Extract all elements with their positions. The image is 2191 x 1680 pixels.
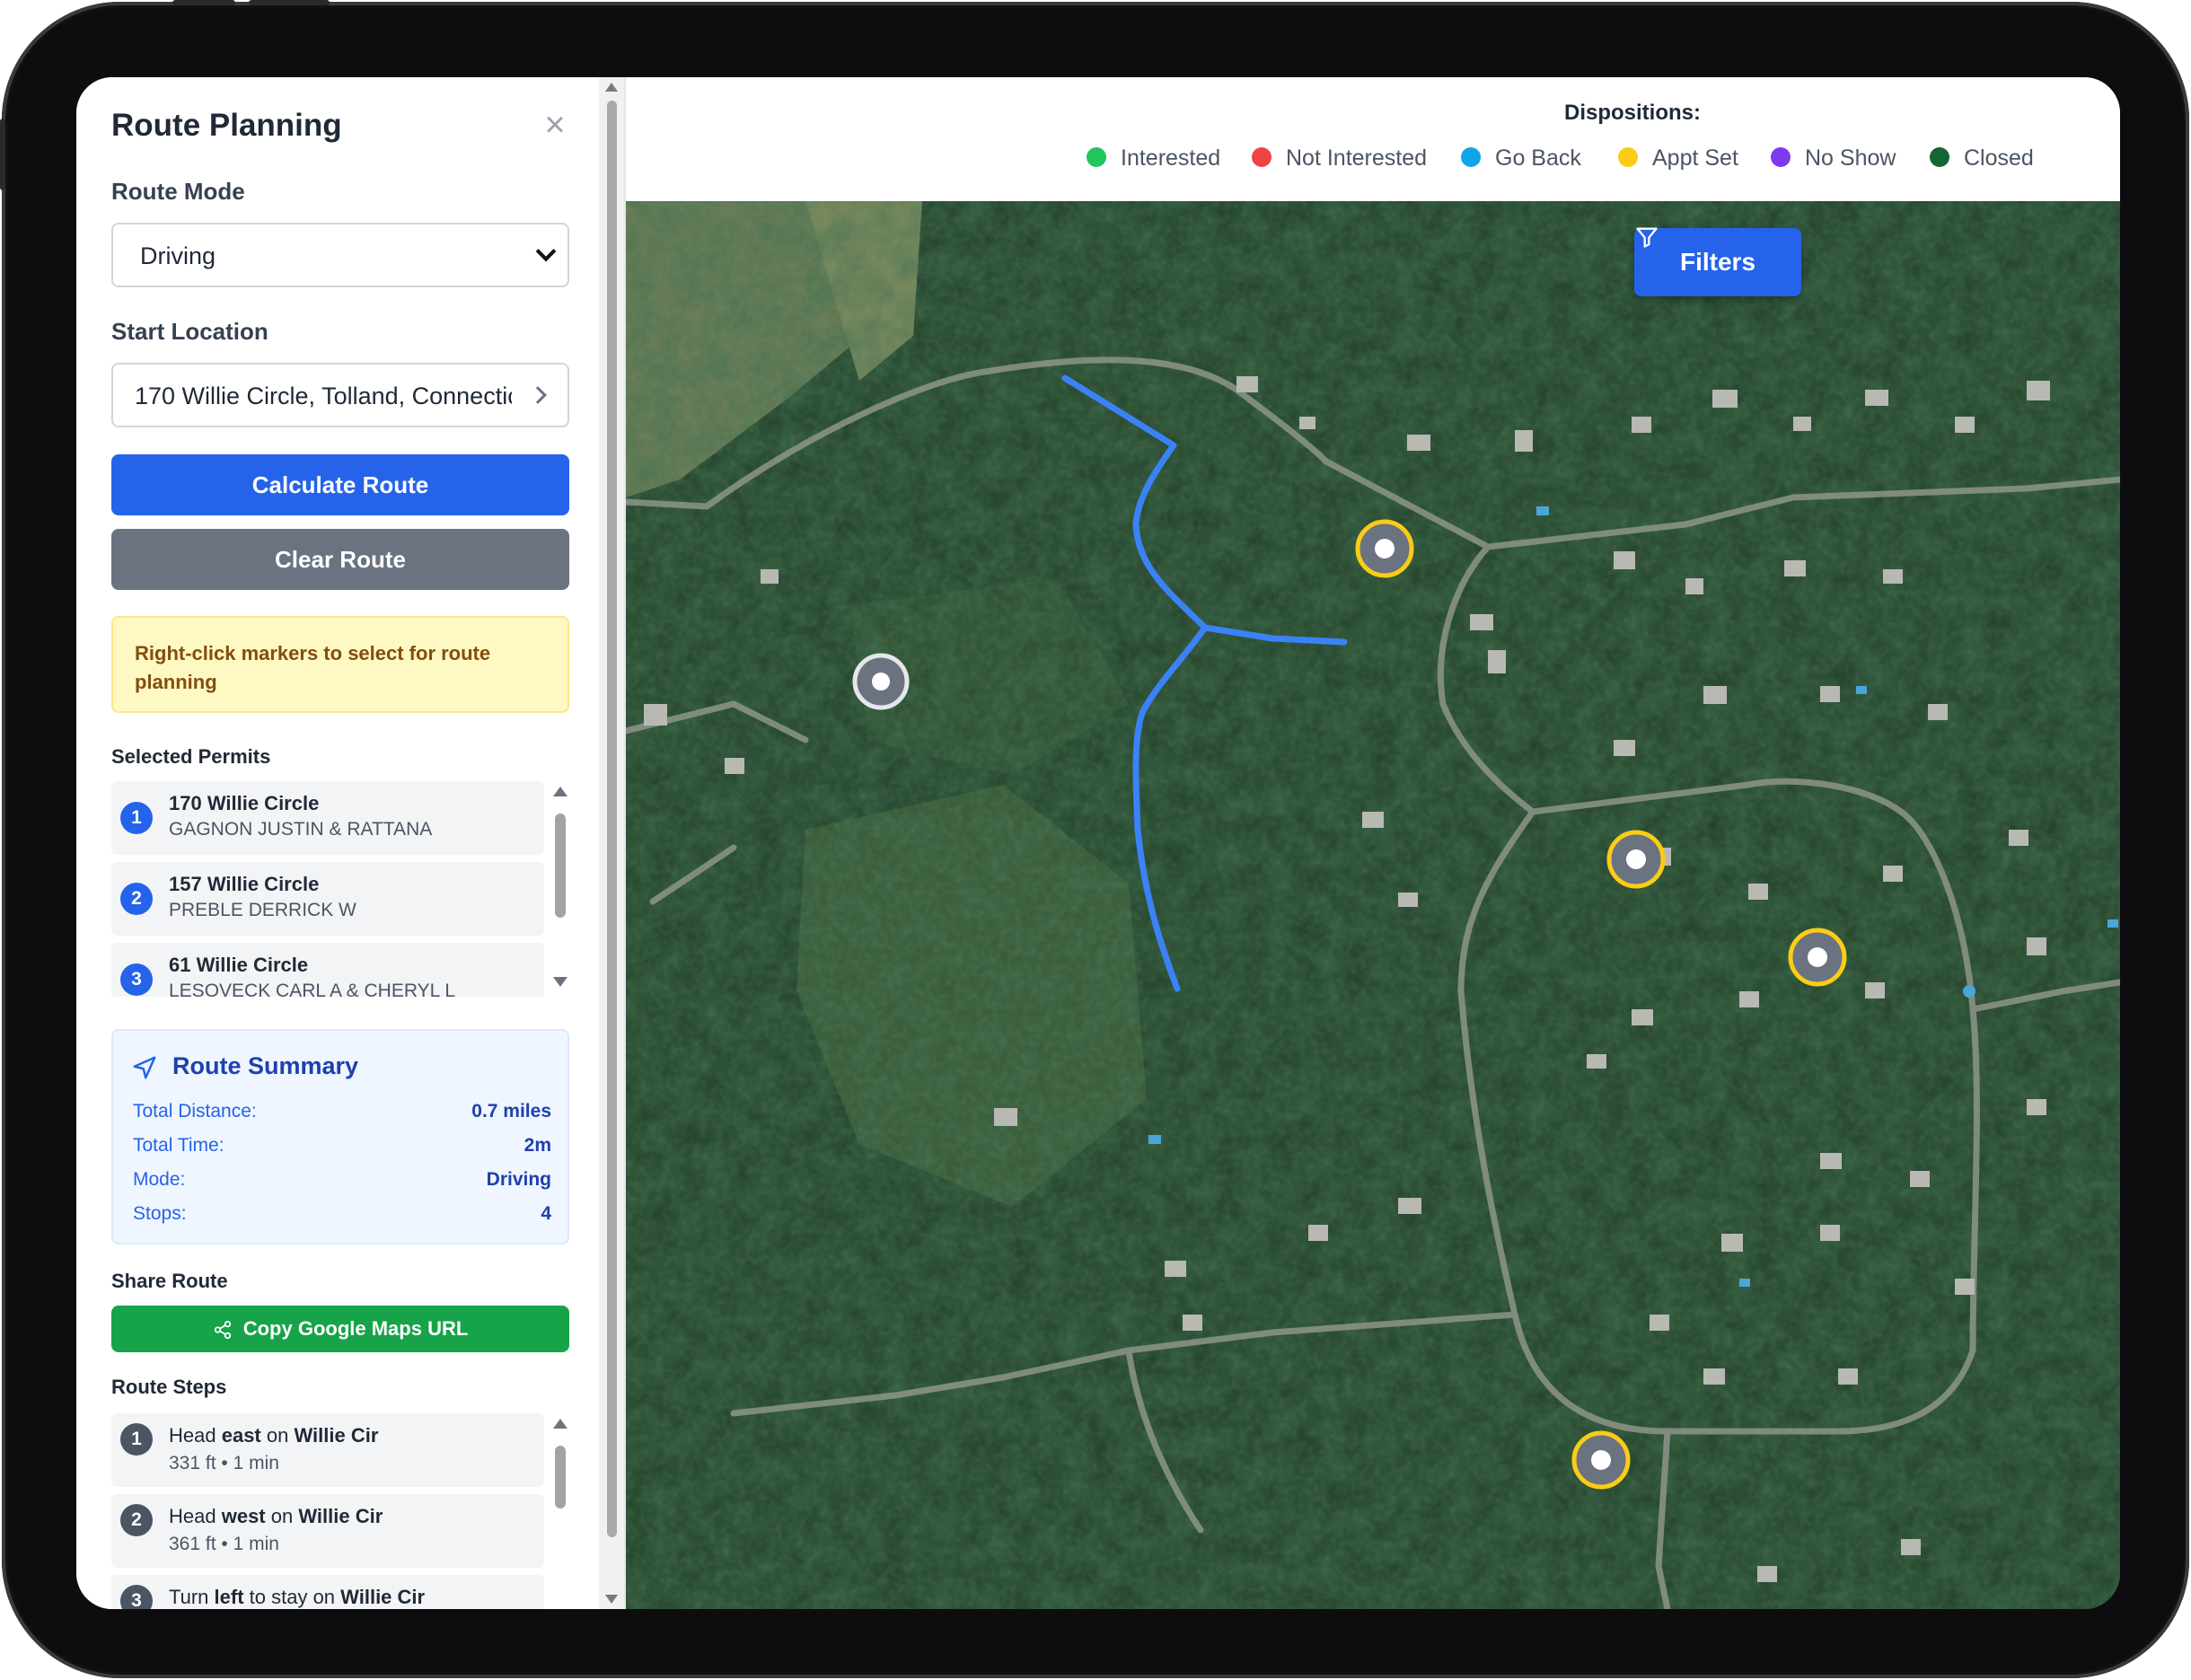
filters-button[interactable]: Filters: [1634, 227, 1801, 296]
stops-label: Stops:: [133, 1203, 187, 1224]
permit-owner: GAGNON JUSTIN & RATTANA: [169, 819, 433, 840]
filters-label: Filters: [1679, 248, 1756, 276]
start-location-label: Start Location: [111, 318, 268, 345]
legend-dot: [1771, 147, 1791, 168]
route-step[interactable]: 1 Head east on Willie Cir 331 ft • 1 min: [111, 1413, 544, 1487]
permit-address: 61 Willie Circle: [169, 954, 309, 976]
list-item[interactable]: 1 170 Willie Circle GAGNON JUSTIN & RATT…: [111, 781, 544, 855]
selected-permits-list[interactable]: 1 170 Willie Circle GAGNON JUSTIN & RATT…: [111, 781, 569, 997]
side-button: [0, 119, 5, 190]
step-instruction: Turn left to stay on Willie Cir: [169, 1586, 426, 1608]
permit-address: 157 Willie Circle: [169, 873, 320, 895]
route-mode-label: Route Mode: [111, 178, 245, 205]
steps-scrollbar[interactable]: [550, 1413, 569, 1609]
route-summary-card: Route Summary Total Distance: 0.7 miles …: [111, 1029, 569, 1245]
route-marker[interactable]: [1571, 1430, 1631, 1490]
legend-dot: [1252, 147, 1271, 168]
satellite-map[interactable]: Filters: [626, 201, 2120, 1609]
time-value: 2m: [524, 1135, 551, 1156]
share-route-label: Share Route: [111, 1270, 228, 1292]
copy-google-maps-url-button[interactable]: Copy Google Maps URL: [111, 1306, 569, 1352]
route-marker[interactable]: [1788, 928, 1847, 987]
scroll-thumb[interactable]: [555, 814, 566, 918]
copy-url-label: Copy Google Maps URL: [242, 1317, 469, 1340]
marker-layer: [852, 519, 1847, 1490]
scroll-up-icon[interactable]: [605, 83, 618, 92]
stop-number-badge: 2: [120, 883, 153, 915]
power-button: [249, 0, 330, 5]
step-number-badge: 1: [120, 1423, 153, 1456]
mode-label: Mode:: [133, 1169, 186, 1190]
legend-item-not-interested[interactable]: Not Interested: [1252, 142, 1427, 174]
scroll-thumb[interactable]: [607, 101, 617, 1537]
legend-dot: [1618, 147, 1638, 168]
legend-dot: [1087, 147, 1106, 168]
legend-item-interested[interactable]: Interested: [1087, 142, 1220, 174]
permit-address: 170 Willie Circle: [169, 792, 320, 814]
legend-dot: [1930, 147, 1949, 168]
permits-scrollbar[interactable]: [550, 781, 569, 997]
unselected-marker[interactable]: [852, 653, 910, 710]
step-number-badge: 2: [120, 1504, 153, 1536]
route-step[interactable]: 2 Head west on Willie Cir 361 ft • 1 min: [111, 1494, 544, 1568]
chevron-down-icon: [535, 241, 557, 262]
step-meta: 361 ft • 1 min: [169, 1534, 279, 1554]
step-instruction: Head east on Willie Cir: [169, 1424, 379, 1447]
navigation-icon: [133, 1056, 156, 1079]
share-icon: [214, 1321, 231, 1340]
legend-item-go-back[interactable]: Go Back: [1461, 142, 1581, 174]
volume-button: [172, 0, 235, 5]
chevron-right-icon: [529, 386, 547, 404]
scroll-thumb[interactable]: [555, 1446, 566, 1508]
list-item[interactable]: 2 157 Willie Circle PREBLE DERRICK W: [111, 862, 544, 936]
distance-label: Total Distance:: [133, 1101, 257, 1121]
route-planning-panel: Route Planning × Route Mode Driving Star…: [76, 77, 597, 1609]
dispositions-legend-bar: Dispositions: Interested Not Interested …: [626, 77, 2120, 202]
scroll-down-icon[interactable]: [605, 1595, 618, 1604]
step-number-badge: 3: [120, 1585, 153, 1609]
dispositions-title: Dispositions:: [1564, 101, 1702, 125]
route-mode-value: Driving: [140, 242, 216, 269]
route-mode-select[interactable]: Driving: [111, 223, 569, 287]
time-label: Total Time:: [133, 1135, 224, 1156]
route-marker[interactable]: [1606, 830, 1666, 889]
clear-route-button[interactable]: Clear Route: [111, 529, 569, 590]
sidebar-scrollbar[interactable]: [599, 77, 624, 1609]
legend: Interested Not Interested Go Back Appt S…: [626, 142, 2120, 174]
route-summary-title: Route Summary: [172, 1052, 359, 1079]
scroll-down-icon[interactable]: [553, 977, 568, 987]
permit-owner: PREBLE DERRICK W: [169, 900, 356, 920]
selected-permits-label: Selected Permits: [111, 745, 271, 768]
start-location-value: 170 Willie Circle, Tolland, Connecticut: [135, 383, 512, 409]
close-icon[interactable]: ×: [539, 107, 571, 143]
step-meta: 331 ft • 1 min: [169, 1453, 279, 1473]
stops-value: 4: [541, 1203, 551, 1224]
legend-item-no-show[interactable]: No Show: [1771, 142, 1896, 174]
mode-value: Driving: [486, 1169, 551, 1190]
route-marker[interactable]: [1355, 519, 1414, 578]
list-item[interactable]: 3 61 Willie Circle LESOVECK CARL A & CHE…: [111, 943, 544, 997]
start-location-input[interactable]: 170 Willie Circle, Tolland, Connecticut: [111, 363, 569, 427]
panel-title: Route Planning: [111, 108, 342, 143]
scroll-up-icon[interactable]: [553, 1419, 568, 1429]
filter-icon: [1636, 227, 1658, 248]
scroll-up-icon[interactable]: [553, 787, 568, 796]
calculate-route-button[interactable]: Calculate Route: [111, 454, 569, 515]
route-steps-list[interactable]: 1 Head east on Willie Cir 331 ft • 1 min…: [111, 1413, 569, 1609]
step-instruction: Head west on Willie Cir: [169, 1505, 383, 1527]
permit-owner: LESOVECK CARL A & CHERYL L: [169, 981, 456, 997]
route-step[interactable]: 3 Turn left to stay on Willie Cir: [111, 1575, 544, 1609]
hint-banner: Right-click markers to select for route …: [111, 616, 569, 713]
stop-number-badge: 1: [120, 802, 153, 834]
tablet-frame: Route Planning × Route Mode Driving Star…: [0, 0, 2189, 1678]
legend-item-closed[interactable]: Closed: [1930, 142, 2034, 174]
legend-item-appt-set[interactable]: Appt Set: [1618, 142, 1738, 174]
app-screen: Route Planning × Route Mode Driving Star…: [76, 77, 2120, 1609]
distance-value: 0.7 miles: [471, 1101, 551, 1121]
legend-dot: [1461, 147, 1481, 168]
route-steps-label: Route Steps: [111, 1376, 227, 1398]
stop-number-badge: 3: [120, 963, 153, 996]
